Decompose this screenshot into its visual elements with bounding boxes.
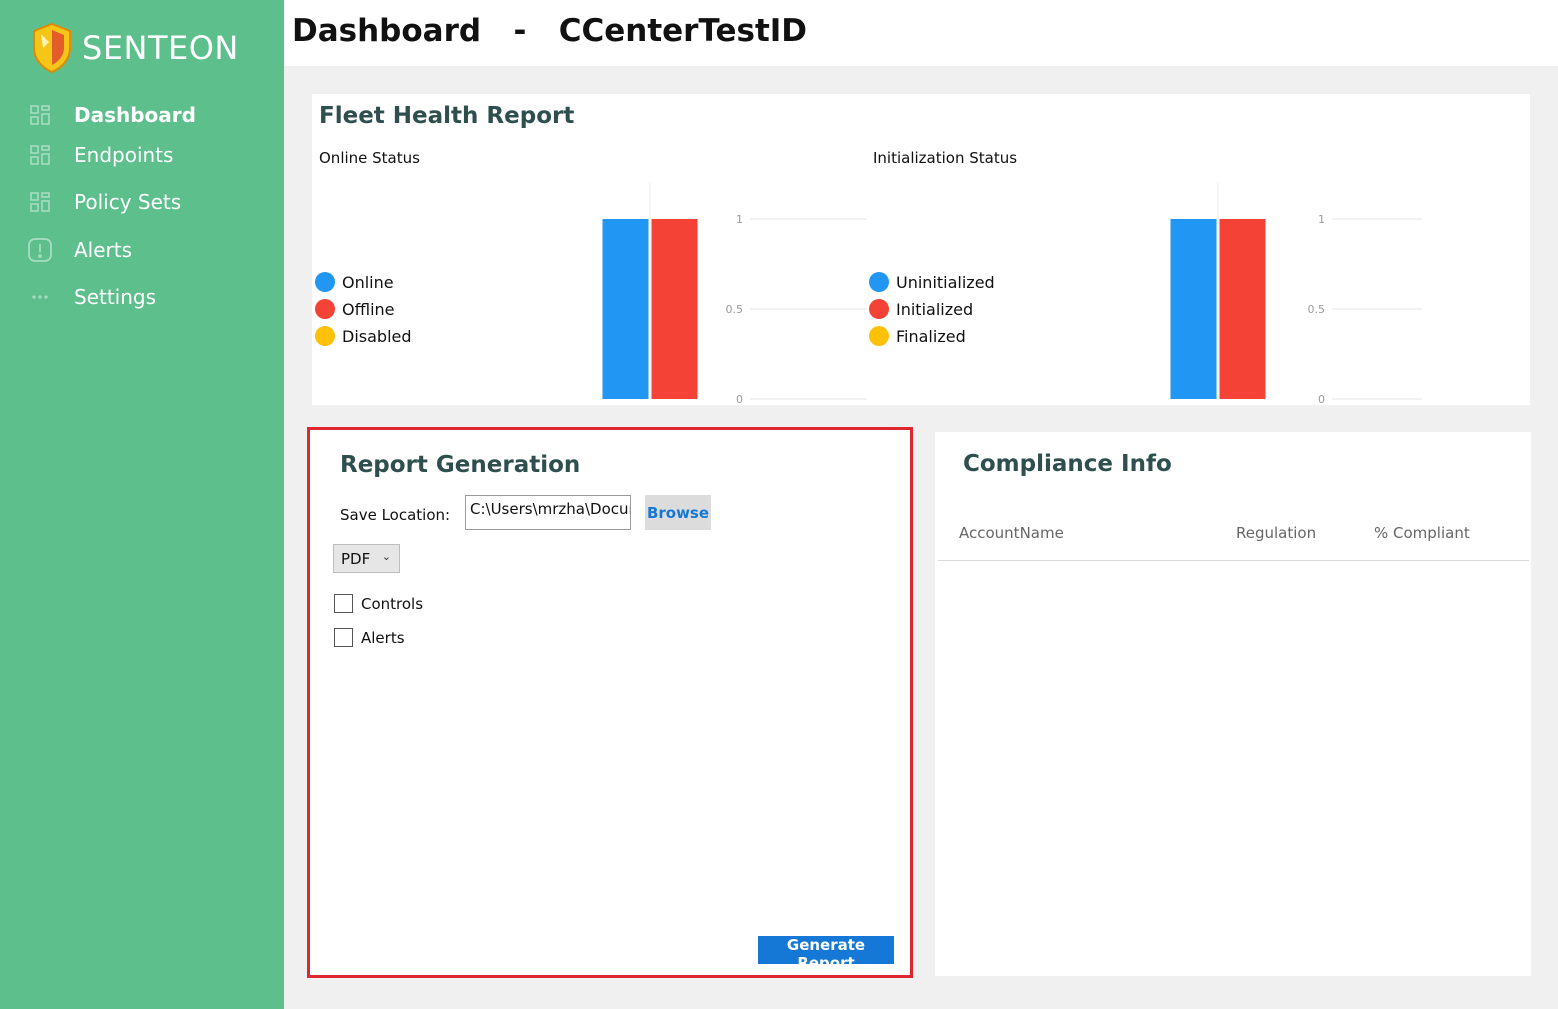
legend-dot xyxy=(315,299,335,319)
report-generation-card: Report Generation Save Location: C:\User… xyxy=(307,427,913,978)
column-header-percent-compliant[interactable]: % Compliant xyxy=(1374,524,1470,542)
page-header: Dashboard - CCenterTestID xyxy=(284,0,1558,66)
checkbox-label: Alerts xyxy=(361,628,405,647)
legend-label: Finalized xyxy=(896,326,966,346)
brand: SENTEON xyxy=(30,22,239,74)
legend-dot xyxy=(315,272,335,292)
format-select[interactable]: PDF ⌄ xyxy=(333,544,400,573)
report-generation-title: Report Generation xyxy=(340,452,581,478)
column-header-account-name[interactable]: AccountName xyxy=(959,524,1064,542)
controls-checkbox[interactable]: Controls xyxy=(334,594,423,613)
grid-icon xyxy=(26,141,54,169)
initialization-status-title: Initialization Status xyxy=(873,149,1018,167)
table-header-divider xyxy=(938,560,1529,561)
checkbox-box[interactable] xyxy=(334,628,353,647)
legend-dot xyxy=(315,326,335,346)
alerts-checkbox[interactable]: Alerts xyxy=(334,628,405,647)
sidebar-item-label: Policy Sets xyxy=(74,190,182,214)
legend-label: Uninitialized xyxy=(896,272,995,292)
y-tick-label: 0.5 xyxy=(1308,303,1326,316)
legend-item-online: Online xyxy=(315,272,394,292)
alert-icon xyxy=(26,236,54,264)
chevron-down-icon: ⌄ xyxy=(381,550,391,563)
online-status-chart: 10.50 xyxy=(602,183,867,404)
browse-button[interactable]: Browse xyxy=(645,495,711,530)
y-tick-label: 0 xyxy=(1318,393,1325,404)
checkbox-label: Controls xyxy=(361,594,424,613)
legend-item-uninitialized: Uninitialized xyxy=(869,272,995,292)
legend-label: Online xyxy=(342,272,394,292)
legend-dot xyxy=(869,272,889,292)
y-tick-label: 0.5 xyxy=(726,303,744,316)
context-name: CCenterTestID xyxy=(558,13,808,49)
sidebar: SENTEON Dashboard Endpoints Policy Sets xyxy=(0,0,284,1009)
sidebar-item-policy-sets[interactable]: Policy Sets xyxy=(26,186,181,218)
brand-name: SENTEON xyxy=(82,29,239,67)
legend-item-finalized: Finalized xyxy=(869,326,966,346)
sidebar-item-settings[interactable]: Settings xyxy=(26,281,156,313)
bar-initialized xyxy=(1219,219,1266,399)
checkbox-box[interactable] xyxy=(334,594,353,613)
fleet-health-card: Fleet Health Report Online Status Initia… xyxy=(312,94,1530,405)
legend-item-disabled: Disabled xyxy=(315,326,412,346)
page-name: Dashboard xyxy=(292,13,482,49)
senteon-logo-icon xyxy=(33,22,71,74)
grid-icon xyxy=(26,188,54,216)
legend-dot xyxy=(869,299,889,319)
y-tick-label: 0 xyxy=(736,393,743,404)
sidebar-item-label: Endpoints xyxy=(74,143,174,167)
y-tick-label: 1 xyxy=(736,213,743,226)
online-status-title: Online Status xyxy=(319,149,420,167)
y-tick-label: 1 xyxy=(1318,213,1325,226)
format-select-value: PDF xyxy=(341,549,371,568)
fleet-health-title: Fleet Health Report xyxy=(319,103,575,129)
title-separator: - xyxy=(513,13,527,49)
sidebar-item-label: Settings xyxy=(74,285,157,309)
sidebar-item-dashboard[interactable]: Dashboard xyxy=(26,99,196,131)
legend-item-initialized: Initialized xyxy=(869,299,973,319)
grid-icon xyxy=(26,101,54,129)
save-location-label: Save Location: xyxy=(340,506,451,524)
sidebar-item-alerts[interactable]: Alerts xyxy=(26,234,132,266)
sidebar-item-endpoints[interactable]: Endpoints xyxy=(26,139,173,171)
more-icon xyxy=(26,283,54,311)
generate-report-button[interactable]: Generate Report xyxy=(758,936,894,972)
column-header-regulation[interactable]: Regulation xyxy=(1236,524,1316,542)
compliance-info-title: Compliance Info xyxy=(963,451,1172,477)
legend-item-offline: Offline xyxy=(315,299,395,319)
bar-online xyxy=(602,219,649,399)
legend-dot xyxy=(869,326,889,346)
page-title: Dashboard - CCenterTestID xyxy=(292,13,807,49)
legend-label: Initialized xyxy=(896,299,974,319)
legend-label: Offline xyxy=(342,299,395,319)
initialization-status-chart: 10.50 xyxy=(1170,183,1422,404)
compliance-info-card: Compliance Info AccountName Regulation %… xyxy=(935,432,1531,976)
sidebar-item-label: Alerts xyxy=(74,238,133,262)
sidebar-item-label: Dashboard xyxy=(74,103,196,127)
bar-uninitialized xyxy=(1170,219,1217,399)
save-location-input[interactable]: C:\Users\mrzha\Documents xyxy=(465,495,631,530)
bar-offline xyxy=(651,219,698,399)
